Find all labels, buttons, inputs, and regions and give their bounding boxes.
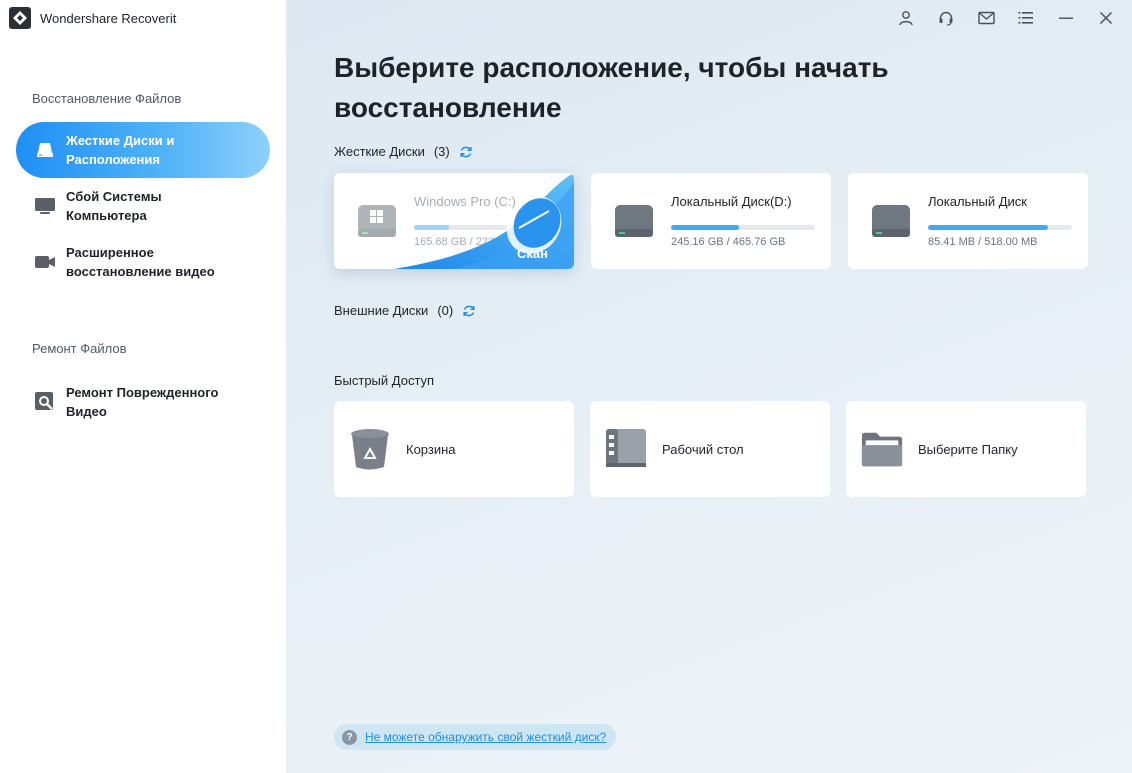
disk-size: 165.68 GB / 222.8 xyxy=(414,236,504,248)
external-disks-label: Внешние Диски (0) xyxy=(334,303,476,318)
refresh-icon[interactable] xyxy=(462,304,476,318)
close-icon[interactable] xyxy=(1086,6,1126,30)
help-link[interactable]: Не можете обнаружить свой жесткий диск? xyxy=(365,730,606,744)
external-disks-title: Внешние Диски xyxy=(334,303,429,318)
section-title-repair: Ремонт Файлов xyxy=(32,341,127,356)
disk-name: Локальный Диск(D:) xyxy=(671,194,792,209)
quick-access-label: Быстрый Доступ xyxy=(334,373,434,388)
minimize-icon[interactable] xyxy=(1046,6,1086,30)
sidebar-item-label: Жесткие Диски и Расположения xyxy=(66,133,175,167)
app-name: Wondershare Recoverit xyxy=(40,10,177,26)
hard-drive-icon xyxy=(872,205,910,237)
disk-usage-bar xyxy=(671,225,815,230)
recycle-bin-icon xyxy=(348,427,392,471)
quick-access-desktop[interactable]: Рабочий стол xyxy=(590,401,830,497)
disk-usage-fill xyxy=(928,225,1048,230)
sidebar-item-label: Сбой Системы Компьютера xyxy=(66,189,162,223)
drive-location-icon xyxy=(34,139,56,161)
hard-disks-label: Жесткие Диски (3) xyxy=(334,144,473,159)
disk-name: Windows Pro (C:) xyxy=(414,194,516,209)
titlebar-controls xyxy=(886,6,1126,30)
quick-access-title: Быстрый Доступ xyxy=(334,373,435,388)
hard-disks-count: (3) xyxy=(433,144,450,159)
video-camera-icon xyxy=(34,251,56,273)
disk-name: Локальный Диск xyxy=(928,194,1027,209)
scan-button[interactable]: Скан xyxy=(517,246,548,261)
disk-usage-fill xyxy=(671,225,739,230)
main-panel: Выберите расположение, чтобы начать восс… xyxy=(286,0,1132,773)
quick-access-recycle-bin[interactable]: Корзина xyxy=(334,401,574,497)
disk-usage-bar xyxy=(414,225,558,230)
disk-size: 85.41 MB / 518.00 MB xyxy=(928,236,1038,248)
account-icon[interactable] xyxy=(886,6,926,30)
quick-access-label-text: Рабочий стол xyxy=(662,441,744,457)
video-repair-icon xyxy=(34,391,56,413)
quick-access-label-text: Выберите Папку xyxy=(918,441,1018,457)
external-disks-count: (0) xyxy=(437,303,454,318)
sidebar-item-hard-drives[interactable]: Жесткие Диски и Расположения xyxy=(16,122,270,178)
sidebar: Wondershare Recoverit Восстановление Фай… xyxy=(0,0,286,773)
menu-icon[interactable] xyxy=(1006,6,1046,30)
disk-card-c[interactable]: Windows Pro (C:) 165.68 GB / 222.8 Скан xyxy=(334,173,574,269)
sidebar-item-video-repair[interactable]: Ремонт Поврежденного Видео xyxy=(16,374,270,430)
refresh-icon[interactable] xyxy=(459,145,473,159)
disk-size: 245.16 GB / 465.76 GB xyxy=(671,236,786,248)
quick-access-select-folder[interactable]: Выберите Папку xyxy=(846,401,1086,497)
page-title: Выберите расположение, чтобы начать восс… xyxy=(334,52,889,123)
disk-usage-fill xyxy=(414,225,449,230)
monitor-icon xyxy=(34,195,56,217)
hard-disks-title: Жесткие Диски xyxy=(334,144,425,159)
sidebar-item-system-crash[interactable]: Сбой Системы Компьютера xyxy=(16,178,270,234)
section-title-recovery: Восстановление Файлов xyxy=(32,91,182,106)
quick-access-label-text: Корзина xyxy=(406,441,456,457)
sidebar-item-label: Ремонт Поврежденного Видео xyxy=(66,385,219,419)
help-link-pill[interactable]: ? Не можете обнаружить свой жесткий диск… xyxy=(334,724,617,750)
disk-usage-bar xyxy=(928,225,1072,230)
sidebar-item-label: Расширенное восстановление видео xyxy=(66,245,215,279)
folder-icon xyxy=(860,427,904,471)
question-icon: ? xyxy=(342,729,357,745)
brand: Wondershare Recoverit xyxy=(9,7,176,29)
desktop-icon xyxy=(604,427,648,471)
recoverit-logo-icon xyxy=(9,7,31,29)
disk-card-local[interactable]: Локальный Диск 85.41 MB / 518.00 MB xyxy=(848,173,1088,269)
hard-drive-windows-icon xyxy=(358,205,396,237)
disk-card-d[interactable]: Локальный Диск(D:) 245.16 GB / 465.76 GB xyxy=(591,173,831,269)
mail-icon[interactable] xyxy=(966,6,1006,30)
hard-drive-icon xyxy=(615,205,653,237)
sidebar-item-video-recovery[interactable]: Расширенное восстановление видео xyxy=(16,234,270,290)
support-headset-icon[interactable] xyxy=(926,6,966,30)
